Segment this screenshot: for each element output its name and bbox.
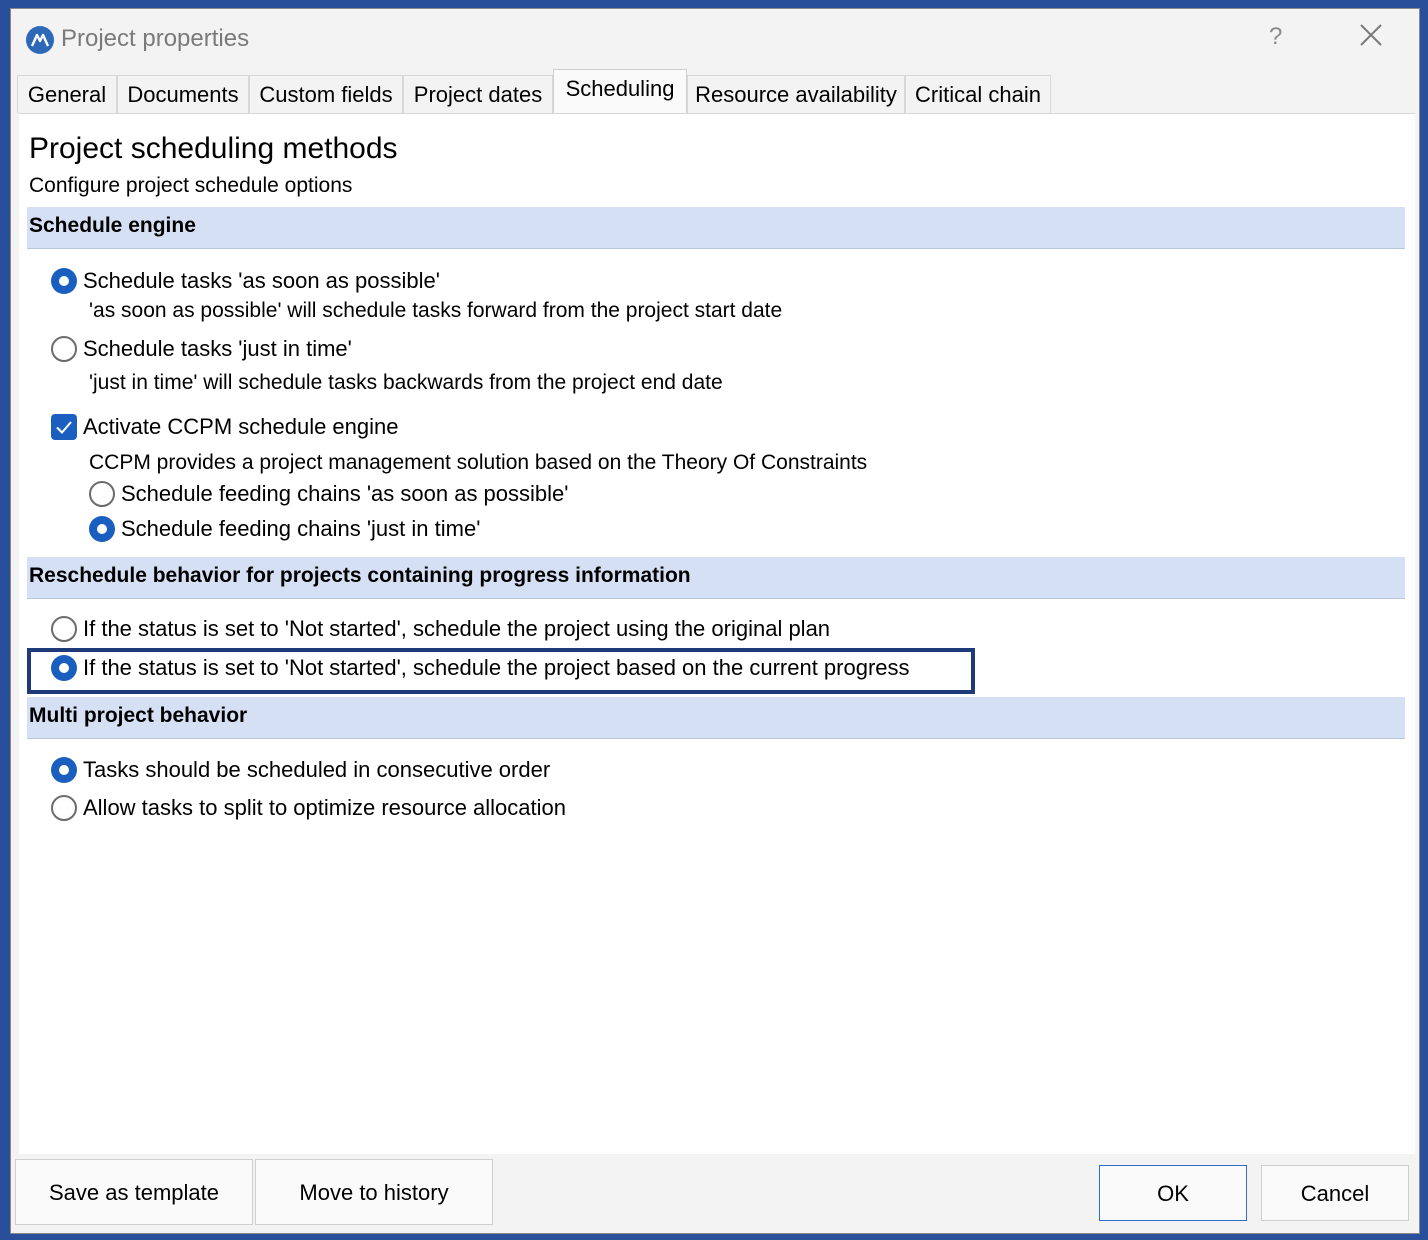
tab-critical-chain[interactable]: Critical chain — [905, 75, 1051, 113]
app-logo-icon — [26, 26, 54, 54]
option-label: Schedule feeding chains 'just in time' — [121, 516, 481, 541]
window-title: Project properties — [61, 25, 250, 52]
option-description: 'just in time' will schedule tasks backw… — [89, 371, 723, 394]
option-description: 'as soon as possible' will schedule task… — [89, 299, 783, 322]
option-label: Allow tasks to split to optimize resourc… — [83, 795, 566, 820]
option-label: Schedule tasks 'just in time' — [83, 336, 352, 361]
radio-button-selected[interactable] — [51, 268, 77, 294]
option-description: CCPM provides a project management solut… — [89, 451, 868, 474]
tab-scheduling[interactable]: Scheduling — [553, 69, 687, 113]
option-label: If the status is set to 'Not started', s… — [83, 616, 831, 641]
project-properties-dialog: Project properties ? General Documents C… — [10, 8, 1420, 1234]
section-header-multi-project: Multi project behavior — [27, 697, 1405, 739]
radio-button[interactable] — [51, 795, 77, 821]
radio-button-selected[interactable] — [51, 757, 77, 783]
option-label: Schedule tasks 'as soon as possible' — [83, 268, 440, 293]
option-label: Schedule feeding chains 'as soon as poss… — [121, 481, 569, 506]
save-as-template-button[interactable]: Save as template — [15, 1159, 253, 1225]
radio-button-selected[interactable] — [89, 516, 115, 542]
tab-documents[interactable]: Documents — [117, 75, 249, 113]
ok-button[interactable]: OK — [1099, 1165, 1247, 1221]
radio-button[interactable] — [89, 481, 115, 507]
page-title: Project scheduling methods — [29, 132, 398, 165]
close-button[interactable] — [1359, 23, 1383, 47]
option-label: If the status is set to 'Not started', s… — [83, 655, 910, 680]
tab-resource-availability[interactable]: Resource availability — [687, 75, 905, 113]
help-button[interactable]: ? — [1269, 23, 1282, 51]
section-header-schedule-engine: Schedule engine — [27, 207, 1405, 249]
tab-project-dates[interactable]: Project dates — [403, 75, 553, 113]
title-bar: Project properties ? — [11, 9, 1419, 69]
tab-general[interactable]: General — [17, 75, 117, 113]
checkmark-icon — [56, 421, 72, 434]
radio-button[interactable] — [51, 336, 77, 362]
scheduling-panel: Project scheduling methods Configure pro… — [19, 113, 1415, 1154]
tab-custom-fields[interactable]: Custom fields — [249, 75, 403, 113]
radio-button[interactable] — [51, 616, 77, 642]
move-to-history-button[interactable]: Move to history — [255, 1159, 493, 1225]
option-label: Activate CCPM schedule engine — [83, 414, 399, 439]
close-icon — [1360, 24, 1382, 46]
section-header-reschedule: Reschedule behavior for projects contain… — [27, 557, 1405, 599]
dialog-footer: Save as template Move to history OK Canc… — [11, 1153, 1419, 1233]
page-subtitle: Configure project schedule options — [29, 174, 353, 197]
radio-button-selected[interactable] — [51, 655, 77, 681]
cancel-button[interactable]: Cancel — [1261, 1165, 1409, 1221]
checkbox-checked[interactable] — [51, 414, 77, 440]
option-label: Tasks should be scheduled in consecutive… — [83, 757, 551, 782]
